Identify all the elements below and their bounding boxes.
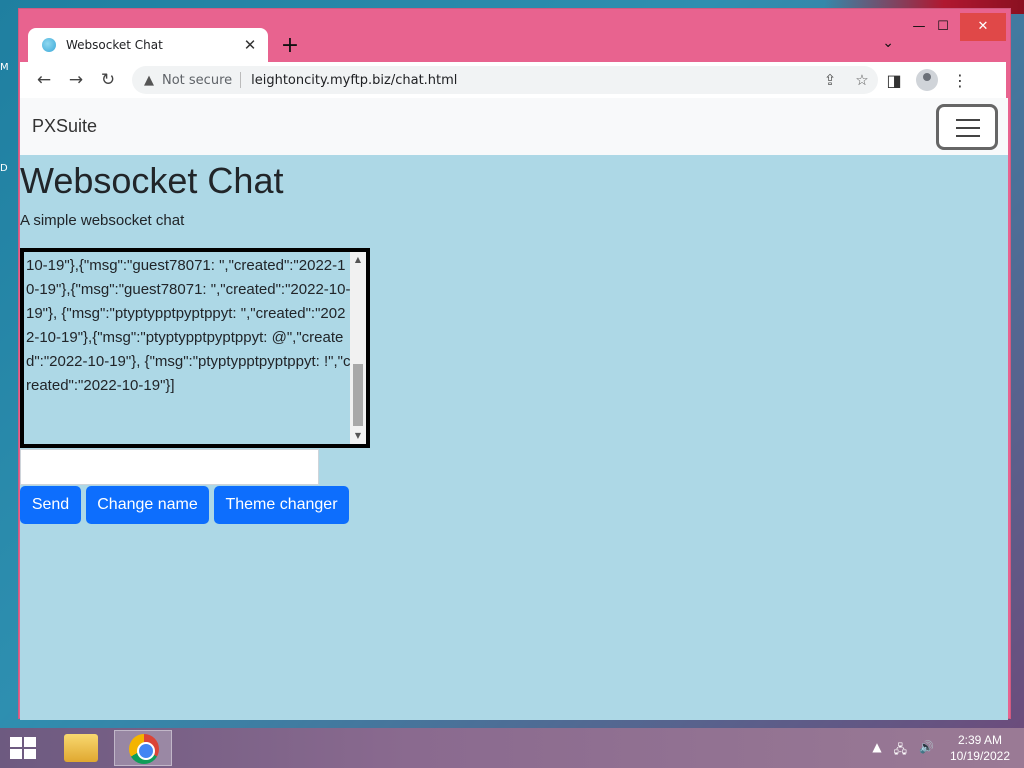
tab-strip: Websocket Chat ✕ + ⌄ — ☐ ✕ bbox=[20, 13, 1006, 62]
scroll-down-icon[interactable]: ▼ bbox=[350, 428, 366, 444]
page-title: Websocket Chat bbox=[20, 160, 284, 201]
chat-scrollbar[interactable]: ▲ ▼ bbox=[350, 252, 366, 444]
profile-avatar-icon[interactable] bbox=[916, 69, 938, 91]
taskbar-chrome-button[interactable] bbox=[114, 730, 172, 766]
theme-changer-button[interactable]: Theme changer bbox=[214, 486, 349, 524]
security-label[interactable]: Not secure bbox=[162, 73, 232, 88]
forward-icon[interactable]: → bbox=[60, 70, 92, 90]
taskbar: ▲ 🖧 🔊 2:39 AM 10/19/2022 bbox=[0, 728, 1024, 768]
navbar-brand[interactable]: PXSuite bbox=[32, 116, 97, 137]
close-tab-icon[interactable]: ✕ bbox=[238, 36, 262, 54]
bookmark-star-icon[interactable]: ☆ bbox=[846, 71, 878, 89]
system-tray: ▲ 🖧 🔊 bbox=[872, 740, 934, 761]
address-divider bbox=[240, 72, 242, 88]
chrome-icon bbox=[129, 734, 159, 764]
browser-toolbar: ← → ↻ ▲ Not secure leightoncity.myftp.bi… bbox=[20, 62, 1006, 98]
globe-favicon-icon bbox=[42, 38, 56, 52]
volume-icon[interactable]: 🔊 bbox=[919, 740, 934, 761]
file-explorer-icon[interactable] bbox=[64, 734, 98, 762]
url-text[interactable]: leightoncity.myftp.biz/chat.html bbox=[251, 73, 814, 88]
back-icon[interactable]: ← bbox=[28, 70, 60, 90]
scroll-thumb[interactable] bbox=[353, 364, 363, 426]
browser-window: Websocket Chat ✕ + ⌄ — ☐ ✕ ← → ↻ ▲ Not s… bbox=[18, 8, 1011, 720]
start-pane-icon bbox=[10, 737, 22, 747]
scroll-up-icon[interactable]: ▲ bbox=[350, 252, 366, 268]
windows-start-icon[interactable] bbox=[10, 737, 36, 759]
taskbar-clock[interactable]: 2:39 AM 10/19/2022 bbox=[950, 732, 1010, 764]
clock-date: 10/19/2022 bbox=[949, 749, 1010, 763]
hamburger-line-icon bbox=[956, 127, 980, 129]
tab-websocket-chat[interactable]: Websocket Chat ✕ bbox=[28, 28, 268, 62]
side-panel-icon[interactable]: ◨ bbox=[878, 71, 910, 90]
tab-title: Websocket Chat bbox=[66, 38, 163, 52]
navbar-toggler-button[interactable] bbox=[936, 104, 998, 150]
network-icon[interactable]: 🖧 bbox=[894, 740, 907, 761]
start-pane-icon bbox=[24, 737, 36, 747]
maximize-icon[interactable]: ☐ bbox=[928, 13, 958, 41]
chat-log-text: 10-19"},{"msg":"guest78071: ","created":… bbox=[26, 257, 351, 394]
start-pane-icon bbox=[10, 749, 22, 759]
web-page: PXSuite Websocket Chat A simple websocke… bbox=[20, 98, 1008, 720]
change-name-button[interactable]: Change name bbox=[86, 486, 209, 524]
message-input[interactable] bbox=[20, 449, 319, 485]
chat-log-box[interactable]: 10-19"},{"msg":"guest78071: ","created":… bbox=[20, 248, 370, 448]
warning-icon[interactable]: ▲ bbox=[144, 73, 154, 88]
clock-time: 2:39 AM bbox=[957, 733, 1002, 747]
send-button[interactable]: Send bbox=[20, 486, 81, 524]
hamburger-line-icon bbox=[956, 119, 980, 121]
start-pane-icon bbox=[24, 749, 36, 759]
page-subtitle: A simple websocket chat bbox=[20, 212, 185, 229]
desktop-icon-label-m: M bbox=[0, 62, 9, 73]
kebab-menu-icon[interactable]: ⋮ bbox=[944, 71, 976, 90]
close-window-icon[interactable]: ✕ bbox=[960, 13, 1006, 41]
tray-chevron-icon[interactable]: ▲ bbox=[872, 740, 881, 761]
new-tab-icon[interactable]: + bbox=[280, 33, 300, 58]
tab-search-icon[interactable]: ⌄ bbox=[882, 35, 894, 51]
address-bar[interactable]: ▲ Not secure leightoncity.myftp.biz/chat… bbox=[132, 66, 878, 94]
reload-icon[interactable]: ↻ bbox=[92, 70, 124, 90]
navbar: PXSuite bbox=[20, 98, 1008, 155]
desktop-icon-label-d: D bbox=[0, 163, 8, 174]
share-icon[interactable]: ⇪ bbox=[814, 71, 846, 89]
hamburger-line-icon bbox=[956, 135, 980, 137]
